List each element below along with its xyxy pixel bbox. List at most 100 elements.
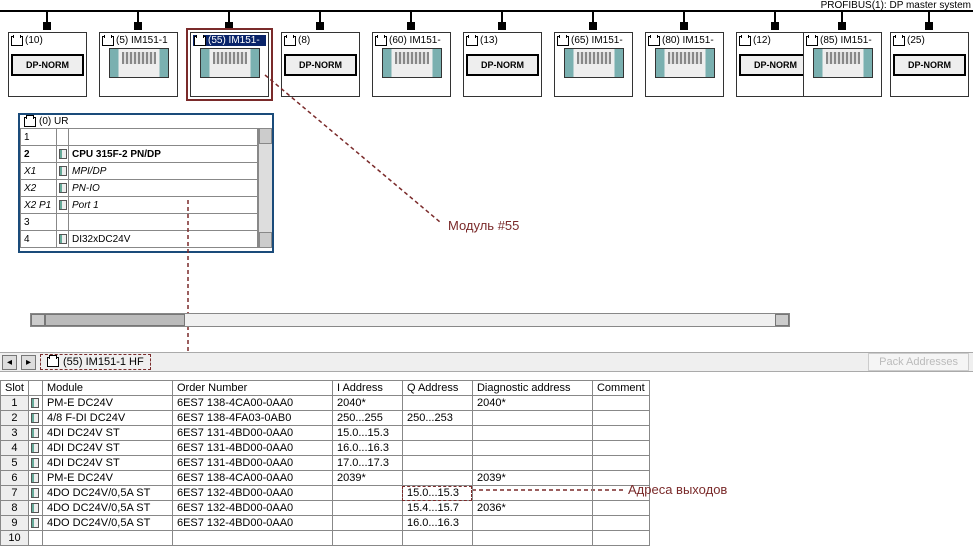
bus-node[interactable]: (55) IM151-: [190, 32, 269, 97]
diag-cell: 2036*: [472, 501, 592, 516]
device-icon: [47, 357, 59, 367]
column-header[interactable]: Slot: [1, 381, 29, 396]
order-cell: 6ES7 138-4CA00-0AA0: [172, 471, 332, 486]
table-row[interactable]: 54DI DC24V ST6ES7 131-4BD00-0AA017.0...1…: [1, 456, 650, 471]
column-header[interactable]: Comment: [592, 381, 649, 396]
iaddress-cell: 2040*: [332, 396, 402, 411]
order-cell: 6ES7 138-4FA03-0AB0: [172, 411, 332, 426]
ur-slot-table[interactable]: 12CPU 315F-2 PN/DPX1MPI/DPX2PN-IOX2 P1Po…: [20, 128, 258, 248]
order-cell: 6ES7 132-4BD00-0AA0: [172, 486, 332, 501]
column-header[interactable]: Q Address: [402, 381, 472, 396]
diag-cell: [472, 531, 592, 546]
ur-row[interactable]: X2PN-IO: [21, 180, 258, 197]
comment-cell: [592, 396, 649, 411]
table-row[interactable]: 84DO DC24V/0,5A ST6ES7 132-4BD00-0AA015.…: [1, 501, 650, 516]
table-row[interactable]: 94DO DC24V/0,5A ST6ES7 132-4BD00-0AA016.…: [1, 516, 650, 531]
ur-row[interactable]: X1MPI/DP: [21, 163, 258, 180]
module-cell: 4DI DC24V ST: [42, 456, 172, 471]
node-icon: [102, 36, 114, 46]
diag-cell: [472, 411, 592, 426]
dp-norm-badge: DP-NORM: [739, 54, 812, 76]
comment-cell: [592, 441, 649, 456]
qaddress-cell: 15.0...15.3: [402, 486, 472, 501]
order-cell: 6ES7 132-4BD00-0AA0: [172, 516, 332, 531]
rack-graphic: [655, 48, 715, 78]
scroll-left-btn[interactable]: [31, 314, 45, 326]
table-row[interactable]: 1PM-E DC24V6ES7 138-4CA00-0AA02040*2040*: [1, 396, 650, 411]
bus-node[interactable]: (80) IM151-: [645, 32, 724, 97]
qaddress-cell: [402, 426, 472, 441]
table-row[interactable]: 24/8 F-DI DC24V6ES7 138-4FA03-0AB0250...…: [1, 411, 650, 426]
bus-node[interactable]: (25) DP-NORM: [890, 32, 969, 97]
iaddress-cell: [332, 486, 402, 501]
rack-graphic: [109, 48, 169, 78]
bus-node[interactable]: (65) IM151-: [554, 32, 633, 97]
scroll-right-btn[interactable]: [775, 314, 789, 326]
iaddress-cell: [332, 531, 402, 546]
horizontal-scrollbar[interactable]: [30, 313, 790, 327]
column-header[interactable]: Diagnostic address: [472, 381, 592, 396]
module-icon-cell: [28, 516, 42, 531]
next-device-button[interactable]: ▸: [21, 355, 36, 370]
column-header[interactable]: I Address: [332, 381, 402, 396]
bus-node[interactable]: (60) IM151-: [372, 32, 451, 97]
iaddress-cell: [332, 516, 402, 531]
bus-node[interactable]: (13) DP-NORM: [463, 32, 542, 97]
node-icon: [648, 36, 660, 46]
slot-number: 8: [1, 501, 29, 516]
node-icon: [893, 36, 905, 46]
ur-rack-window[interactable]: (0) UR 12CPU 315F-2 PN/DPX1MPI/DPX2PN-IO…: [18, 113, 274, 253]
iaddress-cell: 250...255: [332, 411, 402, 426]
column-header[interactable]: Module: [42, 381, 172, 396]
ur-scrollbar[interactable]: [258, 128, 272, 248]
ur-row[interactable]: 1: [21, 129, 258, 146]
module-icon-cell: [28, 471, 42, 486]
bus-node[interactable]: (8) DP-NORM: [281, 32, 360, 97]
module-cell: [42, 531, 172, 546]
table-row[interactable]: 34DI DC24V ST6ES7 131-4BD00-0AA015.0...1…: [1, 426, 650, 441]
module-cell: 4DI DC24V ST: [42, 441, 172, 456]
slot-number: 10: [1, 531, 29, 546]
column-header[interactable]: [28, 381, 42, 396]
bus-node[interactable]: (5) IM151-1: [99, 32, 178, 97]
slot-number: 4: [1, 441, 29, 456]
module-icon-cell: [28, 411, 42, 426]
table-row[interactable]: 74DO DC24V/0,5A ST6ES7 132-4BD00-0AA015.…: [1, 486, 650, 501]
comment-cell: [592, 411, 649, 426]
table-row[interactable]: 6PM-E DC24V6ES7 138-4CA00-0AA02039*2039*: [1, 471, 650, 486]
ur-row[interactable]: X2 P1Port 1: [21, 197, 258, 214]
module-icon-cell: [28, 531, 42, 546]
column-header[interactable]: Order Number: [172, 381, 332, 396]
slot-number: 5: [1, 456, 29, 471]
comment-cell: [592, 426, 649, 441]
comment-cell: [592, 531, 649, 546]
comment-cell: [592, 456, 649, 471]
iaddress-cell: 2039*: [332, 471, 402, 486]
ur-title: (0) UR: [20, 115, 272, 128]
module-cell: 4/8 F-DI DC24V: [42, 411, 172, 426]
comment-cell: [592, 516, 649, 531]
dp-norm-badge: DP-NORM: [466, 54, 539, 76]
module-slot-table[interactable]: Slot ModuleOrder NumberI AddressQ Address…: [0, 380, 650, 546]
iaddress-cell: [332, 501, 402, 516]
ur-row[interactable]: 4DI32xDC24V: [21, 231, 258, 248]
dp-norm-badge: DP-NORM: [11, 54, 84, 76]
dp-norm-badge: DP-NORM: [284, 54, 357, 76]
module-cell: PM-E DC24V: [42, 471, 172, 486]
table-row[interactable]: 44DI DC24V ST6ES7 131-4BD00-0AA016.0...1…: [1, 441, 650, 456]
qaddress-cell: [402, 441, 472, 456]
bus-node[interactable]: (85) IM151-: [803, 32, 882, 97]
node-header: (80) IM151-: [648, 35, 721, 46]
annotation-module: Модуль #55: [448, 218, 519, 233]
prev-device-button[interactable]: ◂: [2, 355, 17, 370]
order-cell: 6ES7 131-4BD00-0AA0: [172, 426, 332, 441]
ur-row[interactable]: 3: [21, 214, 258, 231]
node-header: (55) IM151-: [193, 35, 266, 46]
ur-row[interactable]: 2CPU 315F-2 PN/DP: [21, 146, 258, 163]
iaddress-cell: 16.0...16.3: [332, 441, 402, 456]
table-row[interactable]: 10: [1, 531, 650, 546]
node-header: (25): [893, 35, 966, 46]
order-cell: 6ES7 132-4BD00-0AA0: [172, 501, 332, 516]
comment-cell: [592, 501, 649, 516]
bus-node[interactable]: (10) DP-NORM: [8, 32, 87, 97]
